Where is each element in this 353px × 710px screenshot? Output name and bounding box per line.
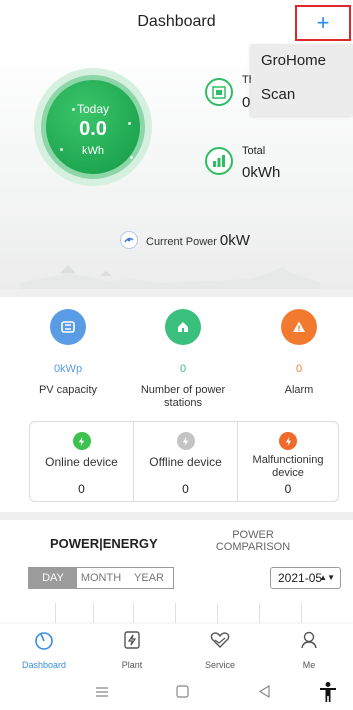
grid-line [55,603,56,623]
bottom-nav: Dashboard Plant Service Me [0,624,353,674]
bolt-icon [279,432,297,450]
bolt-icon [176,432,195,450]
device-label: Online device [45,455,118,469]
nav-service[interactable]: Service [176,629,264,670]
period-month[interactable]: MONTH [77,568,125,588]
current-power-value: 0kW [219,231,250,249]
home-icon [165,309,201,345]
add-menu: GroHome Scan [251,44,353,116]
total-value: 0kWh [242,164,281,181]
period-day[interactable]: DAY [29,568,77,588]
accessibility-icon[interactable] [318,681,338,703]
this-month-value: 0 [242,94,251,111]
grid-line [175,603,176,623]
app-header: Dashboard + [0,0,353,44]
total-label: Total [242,145,266,157]
flow-icon [120,231,138,249]
nav-label: Me [302,660,316,670]
nav-dashboard[interactable]: Dashboard [0,629,88,670]
period-selector: DAY MONTH YEAR [28,567,174,589]
period-year[interactable]: YEAR [125,568,173,588]
dashboard-icon [35,632,53,650]
bar-chart-icon [205,147,233,175]
chart-tabs: POWER|ENERGY POWER COMPARISON [0,522,353,562]
bolt-icon [72,432,91,450]
device-value: 0 [78,482,85,496]
tab-power-energy[interactable]: POWER|ENERGY [50,536,158,551]
device-status-card: Online device 0 Offline device 0 Malfunc… [29,421,339,502]
date-value: 2021-05 [278,571,323,585]
metric-value: 0 [179,363,187,375]
device-offline[interactable]: Offline device 0 [134,422,237,501]
today-value: 0.0 [79,118,107,140]
today-label: Today [76,102,110,116]
plant-icon [124,631,140,649]
service-icon [210,632,230,648]
current-power: Current Power 0kW [120,231,250,249]
system-nav-bar [0,674,353,710]
nav-label: Dashboard [21,660,67,670]
warning-icon [281,309,317,345]
divider [0,289,353,297]
metrics-row: 0kWp PV capacity 0 Number of power stati… [0,297,353,437]
me-icon [301,631,317,649]
nav-plant[interactable]: Plant [88,629,176,670]
grid-line [217,603,218,623]
device-value: 0 [284,482,292,496]
grid-line [301,603,302,623]
today-unit: kWh [82,145,104,157]
device-value: 0 [182,482,189,496]
tab-power-comparison[interactable]: POWER COMPARISON [205,529,301,553]
metric-value: 0 [295,363,303,375]
device-malfunctioning[interactable]: Malfunctioning device 0 [238,422,338,501]
menu-item-scan[interactable]: Scan [251,78,353,112]
pv-panel-icon [50,309,86,345]
calendar-icon [205,78,233,106]
metric-label: PV capacity [38,384,98,396]
home-square-icon[interactable] [176,685,189,698]
updown-arrow-icon: ▲▼ [319,573,335,582]
device-label: Malfunctioning device [252,454,324,479]
metric-power-stations[interactable]: 0 Number of power stations [124,309,242,410]
date-picker[interactable]: 2021-05 ▲▼ [270,567,341,589]
back-icon[interactable] [258,685,271,698]
current-power-label: Current Power [146,235,217,248]
menu-icon[interactable] [95,686,109,698]
metric-pv-capacity[interactable]: 0kWp PV capacity [9,309,127,397]
metric-alarm[interactable]: 0 Alarm [240,309,353,397]
nav-me[interactable]: Me [265,629,353,670]
nav-label: Plant [121,660,143,670]
add-button[interactable]: + [295,5,351,41]
skyline-decoration [20,265,320,289]
menu-item-grohome[interactable]: GroHome [251,44,353,78]
metric-value: 0kWp [53,363,83,375]
metric-label: Number of power stations [140,384,226,409]
grid-line [93,603,94,623]
nav-label: Service [204,660,235,670]
device-online[interactable]: Online device 0 [30,422,133,501]
divider [0,512,353,520]
metric-label: Alarm [284,384,314,396]
grid-line [259,603,260,623]
device-label: Offline device [149,455,222,469]
grid-line [133,603,134,623]
